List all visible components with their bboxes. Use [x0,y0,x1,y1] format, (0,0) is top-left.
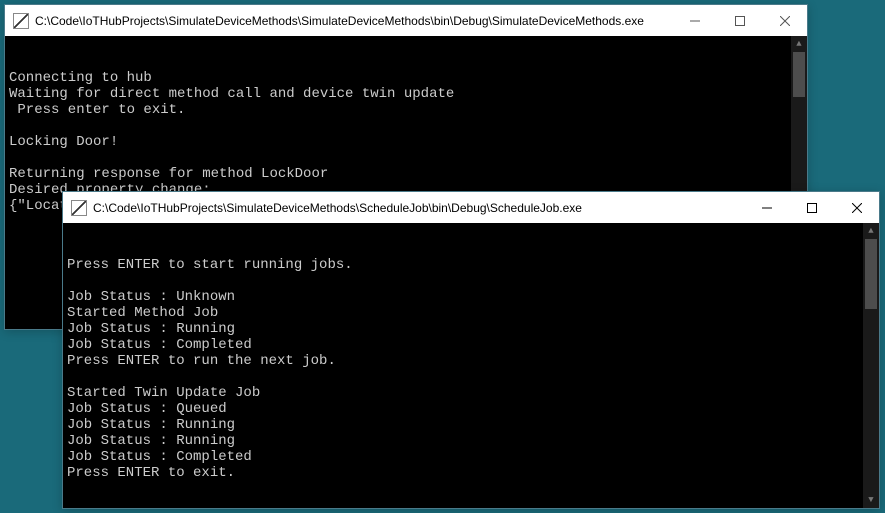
maximize-icon [807,203,817,213]
console-output[interactable]: Press ENTER to start running jobs. Job S… [63,223,879,508]
console-line [9,118,803,134]
console-line: Job Status : Running [67,417,875,433]
console-line: Job Status : Running [67,433,875,449]
console-line: Returning response for method LockDoor [9,166,803,182]
console-line: Press ENTER to exit. [67,465,875,481]
minimize-icon [690,16,700,26]
console-line: Locking Door! [9,134,803,150]
minimize-icon [762,203,772,213]
console-line: Job Status : Unknown [67,289,875,305]
titlebar[interactable]: C:\Code\IoTHubProjects\SimulateDeviceMet… [63,192,879,223]
console-line [67,273,875,289]
console-line: Waiting for direct method call and devic… [9,86,803,102]
window-controls [744,192,879,223]
scrollbar[interactable]: ▲ ▼ [863,223,879,508]
scroll-up-icon[interactable]: ▲ [863,223,879,239]
close-button[interactable] [834,192,879,223]
console-line [9,150,803,166]
console-line: Job Status : Queued [67,401,875,417]
window-title: C:\Code\IoTHubProjects\SimulateDeviceMet… [93,201,744,215]
scroll-down-icon[interactable]: ▼ [863,492,879,508]
console-line: Job Status : Running [67,321,875,337]
console-line: Job Status : Completed [67,449,875,465]
app-icon [13,13,29,29]
console-line: Press ENTER to run the next job. [67,353,875,369]
scroll-thumb[interactable] [865,239,877,309]
scroll-thumb[interactable] [793,52,805,97]
minimize-button[interactable] [744,192,789,223]
maximize-icon [735,16,745,26]
console-line: Press ENTER to start running jobs. [67,257,875,273]
close-icon [780,16,790,26]
titlebar[interactable]: C:\Code\IoTHubProjects\SimulateDeviceMet… [5,5,807,36]
maximize-button[interactable] [717,5,762,36]
close-icon [852,203,862,213]
window-title: C:\Code\IoTHubProjects\SimulateDeviceMet… [35,14,672,28]
console-window-schedulejob[interactable]: C:\Code\IoTHubProjects\SimulateDeviceMet… [62,191,880,509]
console-line: Press enter to exit. [9,102,803,118]
console-line: Job Status : Completed [67,337,875,353]
app-icon [71,200,87,216]
maximize-button[interactable] [789,192,834,223]
console-line: Connecting to hub [9,70,803,86]
console-line: Started Method Job [67,305,875,321]
window-controls [672,5,807,36]
close-button[interactable] [762,5,807,36]
scroll-up-icon[interactable]: ▲ [791,36,807,52]
minimize-button[interactable] [672,5,717,36]
console-line: Started Twin Update Job [67,385,875,401]
console-line [67,369,875,385]
